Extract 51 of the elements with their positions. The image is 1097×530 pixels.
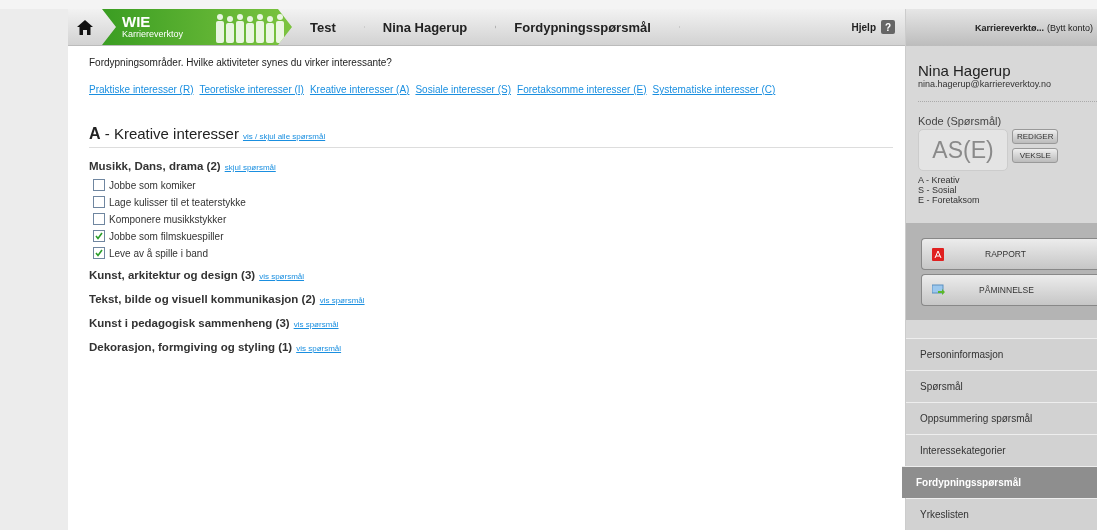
category-link[interactable]: Praktiske interesser (R) [89, 84, 194, 95]
category-link[interactable]: Systematiske interesser (C) [652, 84, 776, 95]
user-email: nina.hagerup@karriereverktoy.no [918, 79, 1097, 102]
group-title: Dekorasjon, formgiving og styling (1) [89, 341, 293, 353]
nav-item[interactable]: Spørsmål [906, 370, 1097, 402]
section-title: A - Kreative interesser [89, 125, 239, 143]
action-button[interactable]: RAPPORT [921, 238, 1097, 270]
code-legend-item: S - Sosial [918, 185, 958, 195]
group-title: Kunst i pedagogisk sammenheng (3) [89, 317, 290, 329]
account-name[interactable]: Karriereverktø... [974, 22, 1044, 33]
group-title: Kunst, arkitektur og design (3) [89, 269, 256, 281]
code-legend-item: A - Kreativ [918, 175, 961, 185]
question-label: Leve av å spille i band [109, 247, 208, 259]
help-icon[interactable]: ? [881, 20, 895, 34]
intro-text: Fordypningsområder. Hvilke aktiviteter synes du virker interessante? [89, 57, 393, 68]
checkbox[interactable] [93, 196, 105, 208]
nav-item[interactable]: Oppsummering spørsmål [906, 402, 1097, 434]
checkbox[interactable] [93, 247, 105, 259]
toggle-questions-link[interactable]: vis spørsmål [296, 344, 342, 353]
toggle-all-link[interactable]: vis / skjul alle spørsmål [242, 132, 326, 141]
question-label: Komponere musikkstykker [109, 213, 227, 225]
toggle-questions-link[interactable]: vis spørsmål [259, 272, 305, 281]
category-link[interactable]: Teoretiske interesser (I) [199, 84, 304, 95]
category-link[interactable]: Kreative interesser (A) [309, 84, 410, 95]
checkbox[interactable] [93, 213, 105, 225]
nav-item[interactable]: Personinformasjon [906, 338, 1097, 370]
code-button[interactable]: REDIGER [1012, 129, 1059, 144]
checkbox[interactable] [93, 179, 105, 191]
code-legend-item: E - Foretaksom [918, 195, 981, 205]
group-title: Tekst, bilde og visuell kommunikasjon (2) [89, 293, 316, 305]
category-link[interactable]: Sosiale interesser (S) [415, 84, 512, 95]
envelope-arrow-icon [932, 284, 946, 296]
toggle-questions-link[interactable]: vis spørsmål [319, 296, 365, 305]
code-display: AS(E) [918, 129, 1008, 171]
question-label: Jobbe som filmskuespiller [109, 230, 224, 242]
action-button[interactable]: PÅMINNELSE [921, 274, 1097, 306]
pdf-icon [932, 247, 944, 261]
nav-item[interactable]: Interessekategorier [906, 434, 1097, 466]
code-label: Kode (Spørsmål) [918, 115, 1003, 127]
question-label: Lage kulisser til et teaterstykke [109, 196, 246, 208]
user-name: Nina Hagerup [918, 62, 1011, 79]
nav-item[interactable]: Yrkeslisten [906, 498, 1097, 530]
group-title: Musikk, Dans, drama (2) [89, 160, 221, 172]
checkbox[interactable] [93, 230, 105, 242]
switch-account-link[interactable]: (Bytt konto) [1047, 22, 1093, 33]
help-link[interactable]: Hjelp [851, 21, 876, 33]
question-label: Jobbe som komiker [109, 179, 196, 191]
toggle-questions-link[interactable]: skjul spørsmål [224, 163, 276, 172]
category-link[interactable]: Foretaksomme interesser (E) [517, 84, 647, 95]
toggle-questions-link[interactable]: vis spørsmål [293, 320, 339, 329]
code-button[interactable]: VEKSLE [1012, 148, 1059, 163]
